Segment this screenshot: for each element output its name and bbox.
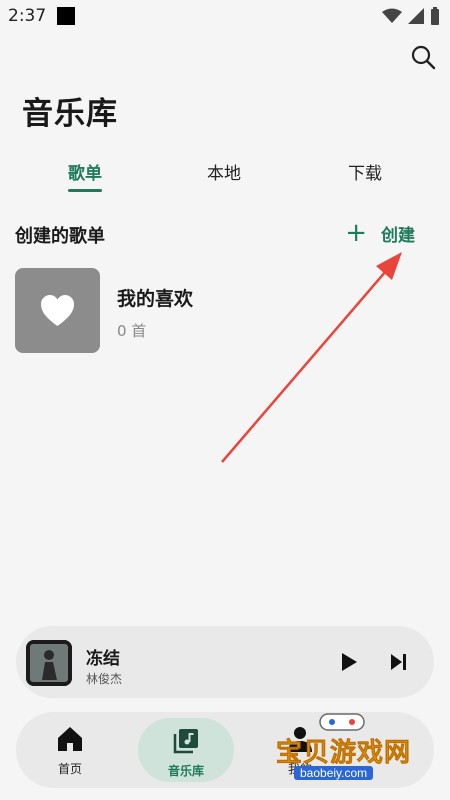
status-bar: 2:37 bbox=[0, 0, 450, 32]
profile-icon bbox=[288, 727, 312, 752]
play-icon bbox=[342, 653, 357, 671]
album-art bbox=[26, 640, 72, 686]
wifi-icon bbox=[382, 8, 402, 23]
home-icon bbox=[58, 727, 82, 751]
nav-profile[interactable]: 我的 bbox=[252, 712, 348, 788]
play-button[interactable] bbox=[338, 650, 360, 674]
song-title: 冻结 bbox=[86, 649, 120, 669]
page-title: 音乐库 bbox=[22, 96, 118, 132]
playlist-title: 我的喜欢 bbox=[117, 288, 194, 310]
tab-active-indicator bbox=[68, 189, 102, 192]
playlist-count: 0 首 bbox=[117, 322, 147, 340]
mini-player[interactable]: 冻结 林俊杰 bbox=[16, 626, 434, 698]
music-library-icon bbox=[173, 729, 198, 754]
search-icon bbox=[411, 45, 436, 70]
create-playlist-button[interactable]: + 创建 bbox=[345, 220, 415, 246]
tab-bar: 歌单 本地 下载 bbox=[0, 155, 450, 195]
nav-home[interactable]: 首页 bbox=[22, 712, 118, 788]
playlist-cover bbox=[15, 268, 100, 353]
nav-music-library-label: 音乐库 bbox=[167, 764, 204, 778]
create-label: 创建 bbox=[381, 225, 415, 246]
nav-profile-label: 我的 bbox=[287, 762, 312, 776]
skip-next-icon bbox=[391, 654, 406, 670]
next-button[interactable] bbox=[388, 651, 410, 673]
tab-downloads[interactable]: 下载 bbox=[348, 159, 382, 184]
nav-home-label: 首页 bbox=[57, 762, 82, 776]
playlist-item[interactable]: 我的喜欢 0 首 bbox=[15, 268, 435, 354]
tab-local[interactable]: 本地 bbox=[207, 159, 241, 184]
notification-icon bbox=[57, 7, 75, 25]
bottom-nav: 首页 音乐库 我的 bbox=[16, 712, 434, 788]
search-button[interactable] bbox=[408, 42, 438, 72]
heart-icon bbox=[41, 295, 74, 326]
status-time: 2:37 bbox=[8, 6, 47, 26]
battery-icon bbox=[431, 7, 439, 25]
status-icons bbox=[382, 7, 440, 25]
tab-playlists[interactable]: 歌单 bbox=[68, 159, 102, 184]
signal-icon bbox=[408, 8, 424, 24]
nav-music-library[interactable]: 音乐库 bbox=[138, 718, 234, 782]
song-artist: 林俊杰 bbox=[86, 672, 123, 686]
section-title: 创建的歌单 bbox=[15, 226, 105, 247]
plus-icon: + bbox=[345, 218, 367, 248]
